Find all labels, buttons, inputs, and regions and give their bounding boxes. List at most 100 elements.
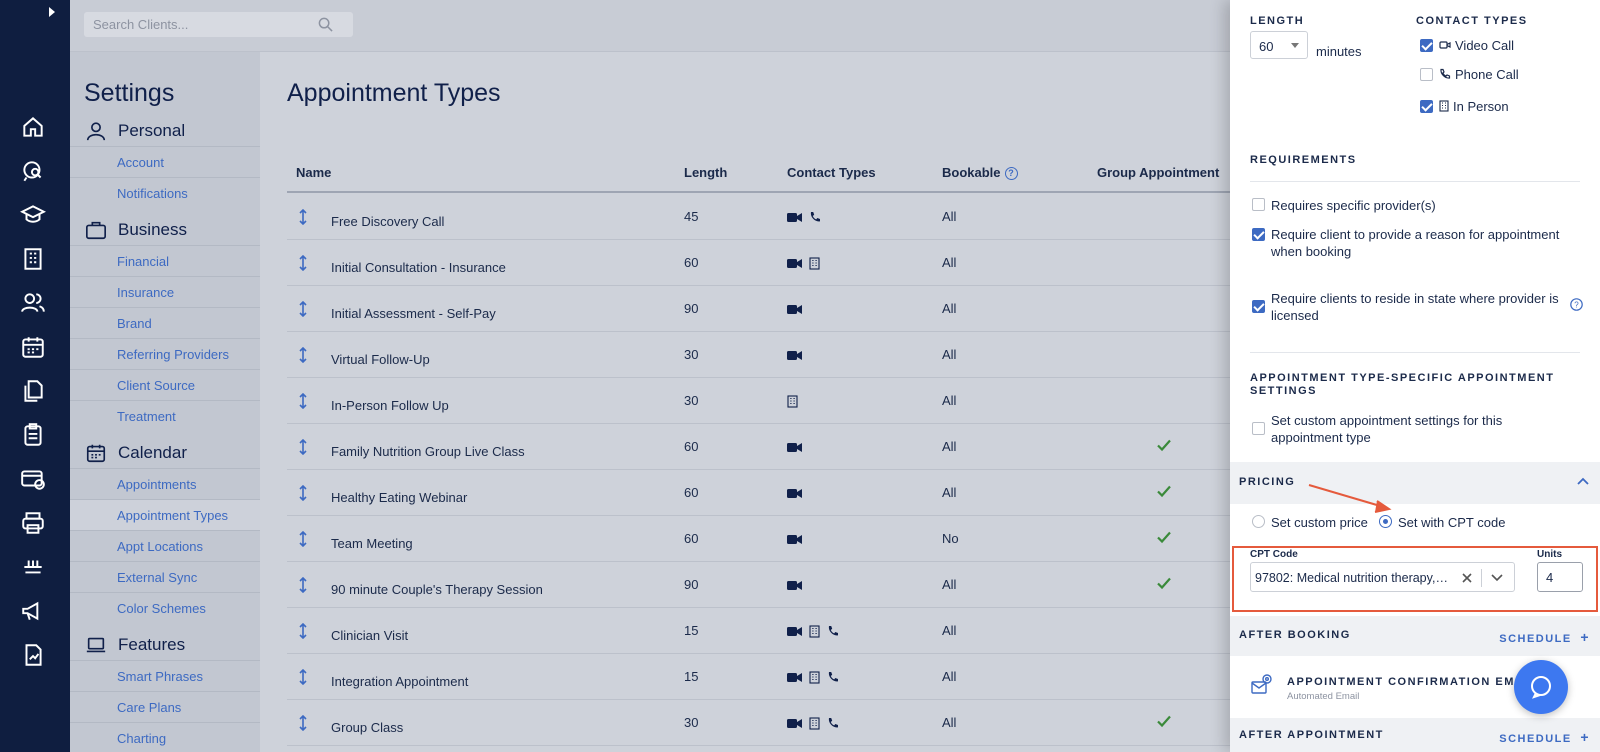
megaphone-icon[interactable]	[20, 598, 46, 624]
calendar-icon[interactable]	[20, 334, 46, 360]
custom-price-radio[interactable]	[1252, 515, 1265, 528]
reside-state-checkbox[interactable]	[1252, 300, 1265, 313]
nav-treatment[interactable]: Treatment	[70, 400, 260, 431]
table-row[interactable]: Clinician Visit 15 All	[287, 607, 1230, 654]
nav-appt-locations[interactable]: Appt Locations	[70, 530, 260, 561]
help-icon[interactable]: ?	[1004, 167, 1018, 180]
custom-price-label: Set custom price	[1271, 515, 1368, 530]
nav-insurance[interactable]: Insurance	[70, 276, 260, 307]
row-name[interactable]: Clinician Visit	[331, 628, 408, 643]
drag-handle-icon[interactable]	[298, 669, 308, 685]
drag-handle-icon[interactable]	[298, 531, 308, 547]
drag-handle-icon[interactable]	[298, 255, 308, 271]
nav-client-source[interactable]: Client Source	[70, 369, 260, 400]
table-row[interactable]: Team Meeting 60 No	[287, 515, 1230, 562]
drag-handle-icon[interactable]	[298, 577, 308, 593]
nav-appointments[interactable]: Appointments	[70, 468, 260, 499]
nav-notifications[interactable]: Notifications	[70, 177, 260, 208]
row-name[interactable]: Virtual Follow-Up	[331, 352, 430, 367]
home-icon[interactable]	[20, 114, 46, 140]
nav-charting[interactable]: Charting	[70, 722, 260, 752]
nav-referring-providers[interactable]: Referring Providers	[70, 338, 260, 369]
row-name[interactable]: Free Discovery Call	[331, 214, 444, 229]
graduation-cap-icon[interactable]	[20, 202, 46, 228]
nav-smart-phrases[interactable]: Smart Phrases	[70, 660, 260, 691]
table-row[interactable]: Initial Assessment - Self-Pay 90 All	[287, 285, 1230, 332]
nav-appointment-types[interactable]: Appointment Types	[70, 499, 260, 530]
client-search[interactable]	[84, 12, 353, 37]
table-row[interactable]: In-Person Follow Up 30 All	[287, 377, 1230, 424]
table-row[interactable]: Healthy Eating Webinar 60 All	[287, 469, 1230, 516]
users-icon[interactable]	[20, 290, 46, 316]
row-name[interactable]: Team Meeting	[331, 536, 413, 551]
cpt-code-radio[interactable]	[1379, 515, 1392, 528]
table-row[interactable]: Integration Appointment 15 All	[287, 653, 1230, 700]
row-name[interactable]: Group Class	[331, 720, 403, 735]
row-length: 30	[684, 393, 699, 408]
schedule-button[interactable]: SCHEDULE +	[1499, 629, 1590, 645]
contact-phone[interactable]: Phone Call	[1420, 66, 1519, 82]
contact-video[interactable]: Video Call	[1420, 37, 1514, 53]
in-person-checkbox[interactable]	[1420, 99, 1433, 113]
clipboard-icon[interactable]	[20, 422, 46, 448]
drag-handle-icon[interactable]	[298, 301, 308, 317]
help-icon[interactable]: ?	[1570, 298, 1583, 311]
support-chat-button[interactable]	[1514, 660, 1568, 714]
drag-handle-icon[interactable]	[298, 347, 308, 363]
row-name[interactable]: Initial Consultation - Insurance	[331, 260, 506, 275]
nav-brand[interactable]: Brand	[70, 307, 260, 338]
custom-settings-checkbox[interactable]	[1252, 422, 1265, 435]
table-row[interactable]: Virtual Follow-Up 30 All	[287, 331, 1230, 378]
video-call-checkbox[interactable]	[1420, 38, 1433, 52]
table-row[interactable]: Family Nutrition Group Live Class 60 All	[287, 423, 1230, 470]
schedule-button[interactable]: SCHEDULE +	[1499, 729, 1590, 745]
col-bookable[interactable]: Bookable?	[942, 165, 1018, 180]
chevron-up-icon[interactable]	[1576, 476, 1590, 486]
nav-external-sync[interactable]: External Sync	[70, 561, 260, 592]
documents-icon[interactable]	[20, 378, 46, 404]
row-name[interactable]: Healthy Eating Webinar	[331, 490, 467, 505]
col-group-appointment[interactable]: Group Appointment	[1097, 165, 1219, 180]
chevron-down-icon[interactable]	[1491, 574, 1503, 582]
row-name[interactable]: 90 minute Couple's Therapy Session	[331, 582, 543, 597]
billing-icon[interactable]	[20, 466, 46, 492]
row-name[interactable]: Initial Assessment - Self-Pay	[331, 306, 496, 321]
nav-financial[interactable]: Financial	[70, 245, 260, 276]
clear-icon[interactable]	[1462, 573, 1472, 583]
pricing-header[interactable]: PRICING	[1230, 462, 1600, 504]
gift-icon[interactable]	[20, 554, 46, 580]
units-input[interactable]	[1537, 562, 1583, 592]
chat-search-icon[interactable]	[20, 158, 46, 184]
search-input[interactable]	[84, 12, 304, 37]
drag-handle-icon[interactable]	[298, 715, 308, 731]
phone-call-checkbox[interactable]	[1420, 67, 1433, 81]
drag-handle-icon[interactable]	[298, 485, 308, 501]
nav-care-plans[interactable]: Care Plans	[70, 691, 260, 722]
contact-in-person[interactable]: In Person	[1420, 98, 1509, 114]
table-row[interactable]: 90 minute Couple's Therapy Session 90 All	[287, 561, 1230, 608]
drag-handle-icon[interactable]	[298, 393, 308, 409]
search-icon[interactable]	[318, 17, 333, 32]
table-row[interactable]: Free Discovery Call 45 All	[287, 193, 1230, 240]
row-name[interactable]: Integration Appointment	[331, 674, 468, 689]
cpt-code-select[interactable]: 97802: Medical nutrition therapy, initia…	[1250, 562, 1515, 592]
nav-color-schemes[interactable]: Color Schemes	[70, 592, 260, 623]
row-name[interactable]: In-Person Follow Up	[331, 398, 449, 413]
printer-icon[interactable]	[20, 510, 46, 536]
expand-rail-icon[interactable]	[44, 4, 60, 20]
length-select[interactable]: 60	[1250, 31, 1308, 59]
chart-document-icon[interactable]	[20, 642, 46, 668]
building-icon[interactable]	[20, 246, 46, 272]
reason-checkbox[interactable]	[1252, 228, 1265, 241]
row-name[interactable]: Family Nutrition Group Live Class	[331, 444, 525, 459]
col-name[interactable]: Name	[296, 165, 331, 180]
nav-account[interactable]: Account	[70, 146, 260, 177]
drag-handle-icon[interactable]	[298, 209, 308, 225]
drag-handle-icon[interactable]	[298, 439, 308, 455]
col-contact-types[interactable]: Contact Types	[787, 165, 876, 180]
drag-handle-icon[interactable]	[298, 623, 308, 639]
table-row[interactable]: Group Class 30 All	[287, 699, 1230, 746]
col-length[interactable]: Length	[684, 165, 727, 180]
table-row[interactable]: Initial Consultation - Insurance 60 All	[287, 239, 1230, 286]
specific-provider-checkbox[interactable]	[1252, 198, 1265, 211]
